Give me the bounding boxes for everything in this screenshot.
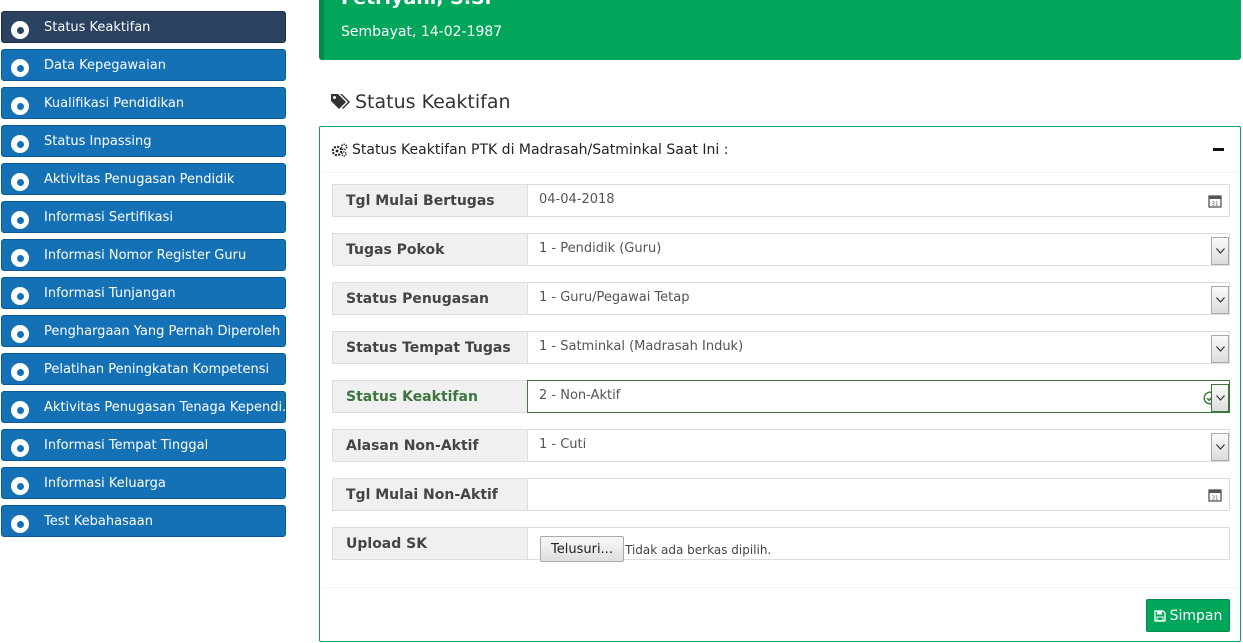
tags-icon (331, 94, 350, 109)
calendar-icon[interactable]: 31 (1208, 194, 1222, 208)
profile-birth: Sembayat, 14-02-1987 (341, 24, 503, 40)
field-label: Tugas Pokok (332, 233, 528, 266)
section-title-text: Status Keaktifan (355, 91, 511, 113)
sidebar-item-label: Data Kepegawaian (44, 57, 166, 73)
sidebar-item-label: Informasi Tempat Tinggal (44, 437, 209, 453)
sidebar-item-aktivitas-penugasan-tenaga[interactable]: Aktivitas Penugasan Tenaga Kependi... (1, 391, 286, 423)
sidebar-item-aktivitas-penugasan-pendidik[interactable]: Aktivitas Penugasan Pendidik (1, 163, 286, 195)
field-value: 2 - Non-Aktif (539, 388, 621, 403)
chevron-down-icon[interactable] (1211, 384, 1229, 412)
status-keaktifan-select[interactable]: 2 - Non-Aktif (527, 380, 1230, 413)
sidebar-item-label: Informasi Keluarga (44, 475, 166, 491)
sidebar-item-status-inpassing[interactable]: Status Inpassing (1, 125, 286, 157)
circle-dot-icon (11, 287, 29, 305)
chevron-down-icon[interactable] (1211, 237, 1229, 265)
sidebar-item-status-keaktifan[interactable]: Status Keaktifan (1, 11, 286, 43)
sidebar-item-label: Aktivitas Penugasan Pendidik (44, 171, 235, 187)
sidebar-item-informasi-sertifikasi[interactable]: Informasi Sertifikasi (1, 201, 286, 233)
field-label: Tgl Mulai Non-Aktif (332, 478, 528, 511)
profile-name: Fetriyani, S.Si (341, 0, 491, 9)
file-status: Tidak ada berkas dipilih. (625, 543, 772, 557)
circle-dot-icon (11, 401, 29, 419)
alasan-non-aktif-select[interactable]: 1 - Cuti (527, 429, 1230, 462)
sidebar-item-label: Test Kebahasaan (44, 513, 153, 529)
sidebar-item-label: Status Keaktifan (44, 19, 151, 35)
circle-dot-icon (11, 325, 29, 343)
sidebar-item-informasi-tempat-tinggal[interactable]: Informasi Tempat Tinggal (1, 429, 286, 461)
chevron-down-icon[interactable] (1211, 335, 1229, 363)
sidebar-item-pelatihan[interactable]: Pelatihan Peningkatan Kompetensi (1, 353, 286, 385)
field-label: Status Keaktifan (332, 380, 528, 413)
circle-dot-icon (11, 173, 29, 191)
circle-dot-icon (11, 515, 29, 533)
sidebar-item-label: Aktivitas Penugasan Tenaga Kependi... (44, 399, 285, 415)
sidebar-item-penghargaan[interactable]: Penghargaan Yang Pernah Diperoleh (1, 315, 286, 347)
save-label: Simpan (1169, 607, 1223, 624)
form-row-tugas-pokok: Tugas Pokok 1 - Pendidik (Guru) (332, 233, 1230, 266)
sidebar: Status Keaktifan Data Kepegawaian Kualif… (0, 0, 288, 643)
box-footer-divider (320, 587, 1240, 588)
upload-sk-field: Telusuri... Tidak ada berkas dipilih. (527, 527, 1230, 562)
svg-text:31: 31 (1212, 496, 1219, 502)
field-label: Upload SK (332, 527, 528, 560)
form-row-status-penugasan: Status Penugasan 1 - Guru/Pegawai Tetap (332, 282, 1230, 315)
form-row-status-tempat-tugas: Status Tempat Tugas 1 - Satminkal (Madra… (332, 331, 1230, 364)
circle-dot-icon (11, 363, 29, 381)
tugas-pokok-select[interactable]: 1 - Pendidik (Guru) (527, 233, 1230, 266)
circle-dot-icon (11, 477, 29, 495)
chevron-down-icon[interactable] (1211, 433, 1229, 461)
circle-dot-icon (11, 249, 29, 267)
circle-dot-icon (11, 59, 29, 77)
sidebar-item-label: Informasi Tunjangan (44, 285, 176, 301)
status-penugasan-select[interactable]: 1 - Guru/Pegawai Tetap (527, 282, 1230, 315)
field-value: 1 - Guru/Pegawai Tetap (539, 290, 690, 305)
profile-header: Fetriyani, S.Si Sembayat, 14-02-1987 (319, 0, 1241, 60)
status-box: Status Keaktifan PTK di Madrasah/Satmink… (319, 126, 1241, 642)
circle-dot-icon (11, 135, 29, 153)
form-row-upload-sk: Upload SK Telusuri... Tidak ada berkas d… (332, 527, 1230, 562)
collapse-icon[interactable] (1213, 148, 1224, 151)
field-label: Status Tempat Tugas (332, 331, 528, 364)
sidebar-item-test-kebahasaan[interactable]: Test Kebahasaan (1, 505, 286, 537)
sidebar-item-label: Pelatihan Peningkatan Kompetensi (44, 361, 270, 377)
sidebar-item-informasi-keluarga[interactable]: Informasi Keluarga (1, 467, 286, 499)
page-title: Status Keaktifan (330, 91, 511, 113)
floppy-icon (1153, 609, 1166, 622)
field-value: 1 - Satminkal (Madrasah Induk) (539, 339, 744, 354)
chevron-down-icon[interactable] (1211, 286, 1229, 314)
save-button[interactable]: Simpan (1146, 599, 1230, 632)
field-label: Alasan Non-Aktif (332, 429, 528, 462)
sidebar-item-label: Penghargaan Yang Pernah Diperoleh (44, 323, 281, 339)
field-value: 1 - Pendidik (Guru) (539, 241, 662, 256)
circle-dot-icon (11, 439, 29, 457)
form-row-alasan-non-aktif: Alasan Non-Aktif 1 - Cuti (332, 429, 1230, 462)
box-header: Status Keaktifan PTK di Madrasah/Satmink… (320, 127, 1240, 173)
circle-dot-icon (11, 21, 29, 39)
circle-dot-icon (11, 97, 29, 115)
sidebar-item-label: Informasi Sertifikasi (44, 209, 174, 225)
calendar-icon[interactable]: 31 (1208, 488, 1222, 502)
form-row-tgl-mulai-bertugas: Tgl Mulai Bertugas 04-04-2018 31 (332, 184, 1230, 217)
sidebar-item-label: Status Inpassing (44, 133, 152, 149)
form-row-status-keaktifan: Status Keaktifan 2 - Non-Aktif (332, 380, 1230, 413)
sidebar-item-label: Informasi Nomor Register Guru (44, 247, 247, 263)
box-title: Status Keaktifan PTK di Madrasah/Satmink… (352, 141, 729, 158)
status-tempat-tugas-select[interactable]: 1 - Satminkal (Madrasah Induk) (527, 331, 1230, 364)
field-label: Tgl Mulai Bertugas (332, 184, 528, 217)
sidebar-item-data-kepegawaian[interactable]: Data Kepegawaian (1, 49, 286, 81)
tgl-mulai-bertugas-input[interactable]: 04-04-2018 31 (527, 184, 1230, 217)
circle-dot-icon (11, 211, 29, 229)
tgl-mulai-non-aktif-input[interactable]: 31 (527, 478, 1230, 511)
gears-icon (331, 143, 348, 157)
browse-button[interactable]: Telusuri... (540, 536, 624, 562)
sidebar-item-label: Kualifikasi Pendidikan (44, 95, 185, 111)
sidebar-item-kualifikasi-pendidikan[interactable]: Kualifikasi Pendidikan (1, 87, 286, 119)
field-value: 1 - Cuti (539, 437, 587, 452)
sidebar-item-informasi-nomor-register-guru[interactable]: Informasi Nomor Register Guru (1, 239, 286, 271)
sidebar-item-informasi-tunjangan[interactable]: Informasi Tunjangan (1, 277, 286, 309)
svg-text:31: 31 (1212, 202, 1219, 208)
form-row-tgl-mulai-non-aktif: Tgl Mulai Non-Aktif 31 (332, 478, 1230, 511)
field-value: 04-04-2018 (539, 192, 615, 207)
field-label: Status Penugasan (332, 282, 528, 315)
